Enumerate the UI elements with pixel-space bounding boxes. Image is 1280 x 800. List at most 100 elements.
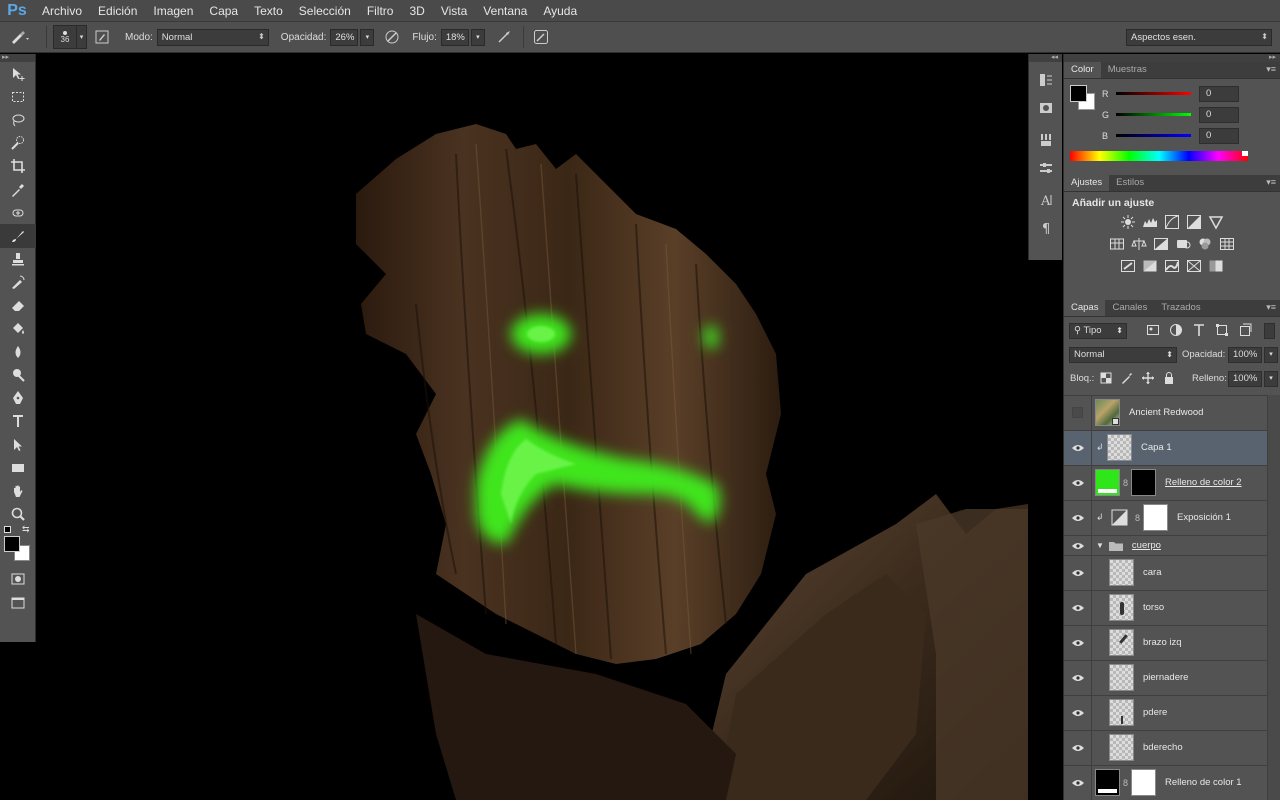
tool-presets-panel-icon[interactable] [1029, 154, 1062, 182]
threshold-icon[interactable] [1164, 258, 1180, 274]
eye-icon[interactable] [1064, 661, 1092, 695]
lasso-tool-icon[interactable] [0, 108, 36, 131]
blue-value-input[interactable]: 0 [1199, 127, 1239, 144]
gradient-map-icon[interactable] [1208, 258, 1224, 274]
clone-stamp-tool-icon[interactable] [0, 248, 36, 271]
invert-icon[interactable] [1120, 258, 1136, 274]
layer-row[interactable]: 8 Relleno de color 2 [1064, 466, 1267, 501]
eye-icon[interactable] [1064, 466, 1092, 500]
eraser-tool-icon[interactable] [0, 294, 36, 317]
lock-position-icon[interactable] [1142, 372, 1154, 384]
paint-bucket-tool-icon[interactable] [0, 317, 36, 340]
brush-panel-icon[interactable] [87, 25, 117, 49]
red-slider[interactable] [1116, 92, 1191, 95]
hand-tool-icon[interactable] [0, 479, 36, 502]
curves-icon[interactable] [1164, 214, 1180, 230]
screen-mode-icon[interactable] [0, 591, 36, 614]
layer-opacity-dropdown-icon[interactable]: ▾ [1264, 347, 1278, 363]
healing-brush-tool-icon[interactable] [0, 201, 36, 224]
workspace-select[interactable]: Aspectos esen. ⬍ [1126, 28, 1272, 46]
move-tool-icon[interactable] [0, 62, 36, 85]
opacity-dropdown-icon[interactable]: ▾ [360, 28, 375, 46]
document-canvas[interactable] [36, 54, 1028, 800]
exposure-icon[interactable] [1186, 214, 1202, 230]
rectangle-tool-icon[interactable] [0, 456, 36, 479]
filter-type-icon[interactable] [1192, 323, 1206, 337]
channel-mixer-icon[interactable] [1197, 236, 1213, 252]
panel-collapse-grip[interactable]: ◂◂ [1029, 54, 1062, 62]
pressure-opacity-icon[interactable] [380, 25, 404, 49]
layer-row-selected[interactable]: ↲ Capa 1 [1064, 431, 1267, 466]
zoom-tool-icon[interactable] [0, 503, 36, 526]
blur-tool-icon[interactable] [0, 340, 36, 363]
eye-icon[interactable] [1064, 536, 1092, 555]
filter-shape-icon[interactable] [1215, 323, 1229, 337]
menu-seleccion[interactable]: Selección [291, 0, 359, 22]
color-balance-icon[interactable] [1131, 236, 1147, 252]
menu-3d[interactable]: 3D [401, 0, 432, 22]
menu-vista[interactable]: Vista [433, 0, 475, 22]
layer-row[interactable]: 8 Relleno de color 1 [1064, 766, 1267, 800]
blue-slider[interactable] [1116, 134, 1191, 137]
layers-scrollbar[interactable] [1267, 395, 1280, 800]
brush-size-picker[interactable]: 36 [53, 25, 77, 49]
lock-pixels-icon[interactable] [1121, 372, 1133, 384]
fill-input[interactable]: 100% [1228, 371, 1262, 387]
eye-icon[interactable] [1064, 431, 1092, 465]
filter-adjustment-icon[interactable] [1169, 323, 1183, 337]
layer-filter-select[interactable]: ⚲ Tipo ⬍ [1069, 323, 1127, 339]
panel-menu-icon[interactable]: ▾≡ [1266, 177, 1276, 188]
opacity-input[interactable]: 26% [330, 28, 359, 46]
panel-collapse-grip[interactable]: ▸▸ [0, 54, 35, 62]
dodge-tool-icon[interactable] [0, 363, 36, 386]
tab-color[interactable]: Color [1064, 62, 1101, 78]
eye-icon[interactable] [1064, 766, 1092, 800]
hue-saturation-icon[interactable] [1109, 236, 1125, 252]
vibrance-icon[interactable] [1208, 214, 1224, 230]
brightness-contrast-icon[interactable] [1120, 214, 1136, 230]
layer-row[interactable]: Ancient Redwood [1064, 396, 1267, 431]
lock-all-icon[interactable] [1163, 372, 1175, 384]
pen-tool-icon[interactable] [0, 387, 36, 410]
eyedropper-tool-icon[interactable] [0, 178, 36, 201]
quick-selection-tool-icon[interactable] [0, 132, 36, 155]
selective-color-icon[interactable] [1186, 258, 1202, 274]
eye-icon[interactable] [1064, 501, 1092, 535]
airbrush-icon[interactable] [491, 25, 517, 49]
pressure-size-icon[interactable] [530, 25, 552, 49]
tab-muestras[interactable]: Muestras [1101, 62, 1154, 78]
history-brush-tool-icon[interactable] [0, 271, 36, 294]
menu-edicion[interactable]: Edición [90, 0, 145, 22]
menu-texto[interactable]: Texto [246, 0, 291, 22]
layer-row[interactable]: bderecho [1064, 731, 1267, 766]
menu-archivo[interactable]: Archivo [34, 0, 90, 22]
quick-mask-icon[interactable] [0, 568, 36, 591]
default-colors-icon[interactable] [4, 525, 11, 533]
tab-canales[interactable]: Canales [1105, 300, 1154, 316]
panel-menu-icon[interactable]: ▾≡ [1266, 302, 1276, 313]
green-slider[interactable] [1116, 113, 1191, 116]
tab-trazados[interactable]: Trazados [1154, 300, 1207, 316]
eye-icon[interactable] [1064, 626, 1092, 660]
menu-imagen[interactable]: Imagen [145, 0, 201, 22]
marquee-tool-icon[interactable] [0, 85, 36, 108]
layer-row[interactable]: ↲ 8 Exposición 1 [1064, 501, 1267, 536]
mode-select[interactable]: Normal ⬍ [156, 28, 269, 46]
info-panel-icon[interactable] [1029, 94, 1062, 122]
layer-row[interactable]: piernadere [1064, 661, 1267, 696]
layer-opacity-input[interactable]: 100% [1228, 347, 1262, 363]
path-selection-tool-icon[interactable] [0, 433, 36, 456]
tab-capas[interactable]: Capas [1064, 300, 1106, 316]
brush-tool-icon[interactable] [0, 224, 36, 248]
menu-capa[interactable]: Capa [201, 0, 246, 22]
swap-colors-icon[interactable]: ⇆ [22, 524, 30, 535]
color-lookup-icon[interactable] [1219, 236, 1235, 252]
eye-icon[interactable] [1064, 696, 1092, 730]
panel-menu-icon[interactable]: ▾≡ [1266, 64, 1276, 75]
panel-collapse-grip[interactable]: ▸▸ [1064, 54, 1280, 62]
posterize-icon[interactable] [1142, 258, 1158, 274]
flow-input[interactable]: 18% [440, 28, 469, 46]
lock-transparency-icon[interactable] [1100, 372, 1112, 384]
color-panel-foreground-swatch[interactable] [1070, 85, 1087, 102]
layer-row[interactable]: cara [1064, 556, 1267, 591]
